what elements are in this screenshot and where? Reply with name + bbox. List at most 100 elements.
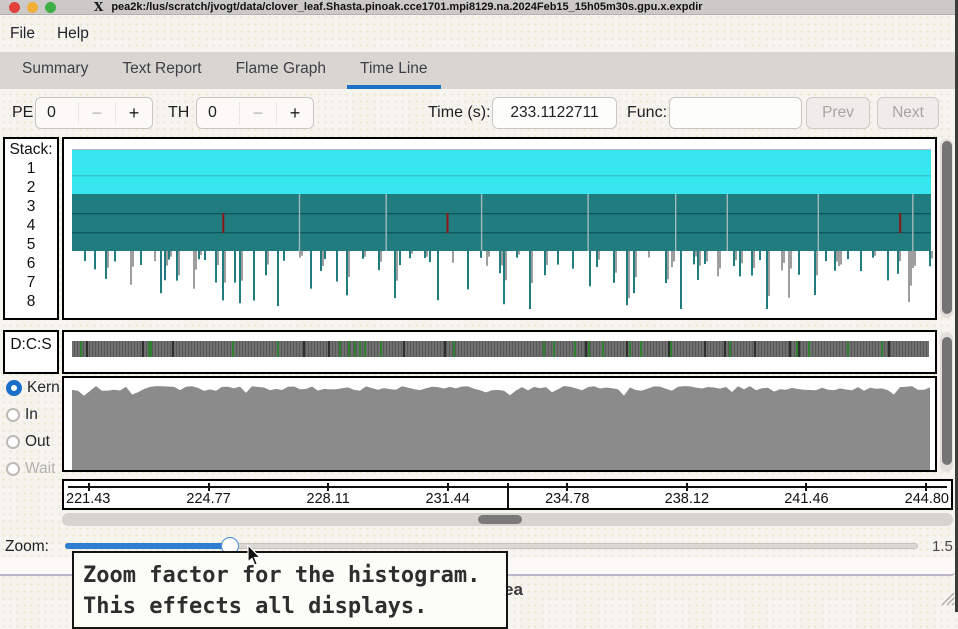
dcs-mark — [364, 341, 366, 357]
stack-timeline-svg — [64, 139, 935, 318]
menu-item-file[interactable]: File — [4, 23, 41, 45]
func-input[interactable] — [669, 97, 802, 129]
timeline-horizontal-scrollbar[interactable] — [62, 513, 953, 526]
stack-label-box: Stack: 12345678 — [3, 137, 59, 320]
dcs-mark — [380, 341, 382, 357]
dcs-mark — [754, 341, 756, 357]
tooltip-line-2: This effects all displays. — [83, 591, 497, 622]
th-spinner: 0 − + — [196, 97, 314, 129]
axis-tick — [805, 483, 807, 491]
dcs-mark — [80, 341, 82, 357]
axis-tick — [686, 483, 688, 491]
dcs-mark — [142, 341, 144, 357]
tab-text-report[interactable]: Text Report — [109, 52, 214, 89]
lower-vertical-scrollbar[interactable] — [940, 332, 953, 472]
dcs-mark — [328, 341, 330, 357]
axis-tick-label: 231.44 — [426, 491, 470, 507]
pe-spinner: 0 − + — [35, 97, 153, 129]
timeline-scrollbar-thumb[interactable] — [478, 515, 522, 524]
func-label: Func: — [627, 104, 667, 122]
axis-tick — [327, 483, 329, 491]
time-axis: 221.43224.77228.11231.44234.78238.12241.… — [64, 481, 951, 508]
radio-label-kern: Kern — [27, 379, 60, 397]
dcs-mark — [354, 341, 356, 357]
x11-logo-icon: X — [94, 1, 103, 13]
th-decrement-button[interactable]: − — [239, 103, 276, 124]
stack-scrollbar-thumb[interactable] — [942, 141, 952, 314]
axis-tick-label: 234.78 — [545, 491, 589, 507]
dcs-mark — [339, 341, 341, 357]
axis-tick-label: 244.80 — [905, 491, 949, 507]
minimize-window-icon[interactable] — [27, 2, 38, 13]
mouse-cursor-icon — [247, 545, 263, 567]
dcs-mark — [881, 341, 883, 357]
radio-option-kern[interactable]: Kern — [6, 374, 60, 401]
next-button[interactable]: Next — [877, 97, 939, 129]
stack-vertical-scrollbar[interactable] — [940, 139, 953, 318]
dcs-mark — [789, 341, 791, 357]
maximize-window-icon[interactable] — [45, 2, 56, 13]
radio-icon-out[interactable] — [6, 435, 20, 449]
window-title: pea2k:/lus/scratch/jvogt/data/clover_lea… — [111, 1, 702, 13]
dcs-mark — [629, 341, 631, 357]
radio-icon-kern[interactable] — [6, 380, 22, 396]
menu-bar: File Help — [0, 15, 955, 52]
radio-label-out: Out — [25, 433, 50, 451]
tab-flame-graph[interactable]: Flame Graph — [223, 52, 339, 89]
dcs-strip-panel[interactable] — [62, 330, 937, 374]
tab-bar: SummaryText ReportFlame GraphTime Line — [0, 52, 955, 89]
axis-tick-label: 221.43 — [66, 491, 110, 507]
dcs-mark — [588, 341, 590, 357]
tooltip-line-1: Zoom factor for the histogram. — [83, 560, 497, 591]
tab-time-line[interactable]: Time Line — [347, 52, 440, 89]
th-label: TH — [168, 104, 189, 122]
display-mode-radio-group: Kern In Out Wait — [6, 374, 60, 482]
lower-scrollbar-thumb[interactable] — [942, 337, 952, 465]
pe-label: PE — [12, 104, 33, 122]
time-label: Time (s): — [428, 104, 491, 122]
dcs-mark — [86, 341, 88, 357]
stack-level-7: 7 — [5, 273, 57, 292]
dcs-mark — [602, 341, 604, 357]
axis-tick — [566, 483, 568, 491]
dcs-mark — [574, 341, 576, 357]
title-bar: X pea2k:/lus/scratch/jvogt/data/clover_l… — [0, 0, 955, 15]
radio-option-out[interactable]: Out — [6, 428, 60, 455]
dcs-mark — [403, 341, 405, 357]
dcs-mark — [668, 341, 670, 357]
time-input[interactable]: 233.1122711 — [492, 97, 617, 129]
radio-option-wait[interactable]: Wait — [6, 455, 60, 482]
dcs-mark — [729, 341, 731, 357]
zoom-label: Zoom: — [5, 538, 49, 556]
stack-timeline-chart[interactable] — [62, 137, 937, 320]
dcs-strip — [72, 341, 929, 357]
axis-tick — [208, 483, 210, 491]
close-window-icon[interactable] — [9, 2, 20, 13]
stack-level-5: 5 — [5, 235, 57, 254]
pe-value[interactable]: 0 — [36, 104, 78, 122]
pe-increment-button[interactable]: + — [115, 103, 152, 124]
menu-item-help[interactable]: Help — [51, 23, 95, 45]
radio-icon-in[interactable] — [6, 408, 20, 422]
radio-label-wait: Wait — [25, 460, 55, 478]
dcs-mark — [453, 341, 455, 357]
zoom-slider-fill — [65, 543, 230, 549]
stack-label: Stack: — [5, 141, 57, 159]
radio-option-in[interactable]: In — [6, 401, 60, 428]
dcs-mark — [808, 341, 810, 357]
dcs-mark — [888, 341, 890, 357]
th-value[interactable]: 0 — [197, 104, 239, 122]
stack-level-6: 6 — [5, 254, 57, 273]
tab-summary[interactable]: Summary — [9, 52, 101, 89]
axis-tick — [447, 483, 449, 491]
kern-histogram-panel[interactable] — [62, 376, 937, 472]
resize-grip-icon[interactable] — [938, 589, 955, 606]
th-increment-button[interactable]: + — [276, 103, 313, 124]
stack-level-4: 4 — [5, 216, 57, 235]
dcs-mark — [232, 341, 234, 357]
axis-tick — [88, 483, 90, 491]
zoom-tooltip: Zoom factor for the histogram. This effe… — [72, 551, 508, 629]
radio-icon-wait[interactable] — [6, 462, 20, 476]
pe-decrement-button[interactable]: − — [78, 103, 115, 124]
prev-button[interactable]: Prev — [806, 97, 870, 129]
